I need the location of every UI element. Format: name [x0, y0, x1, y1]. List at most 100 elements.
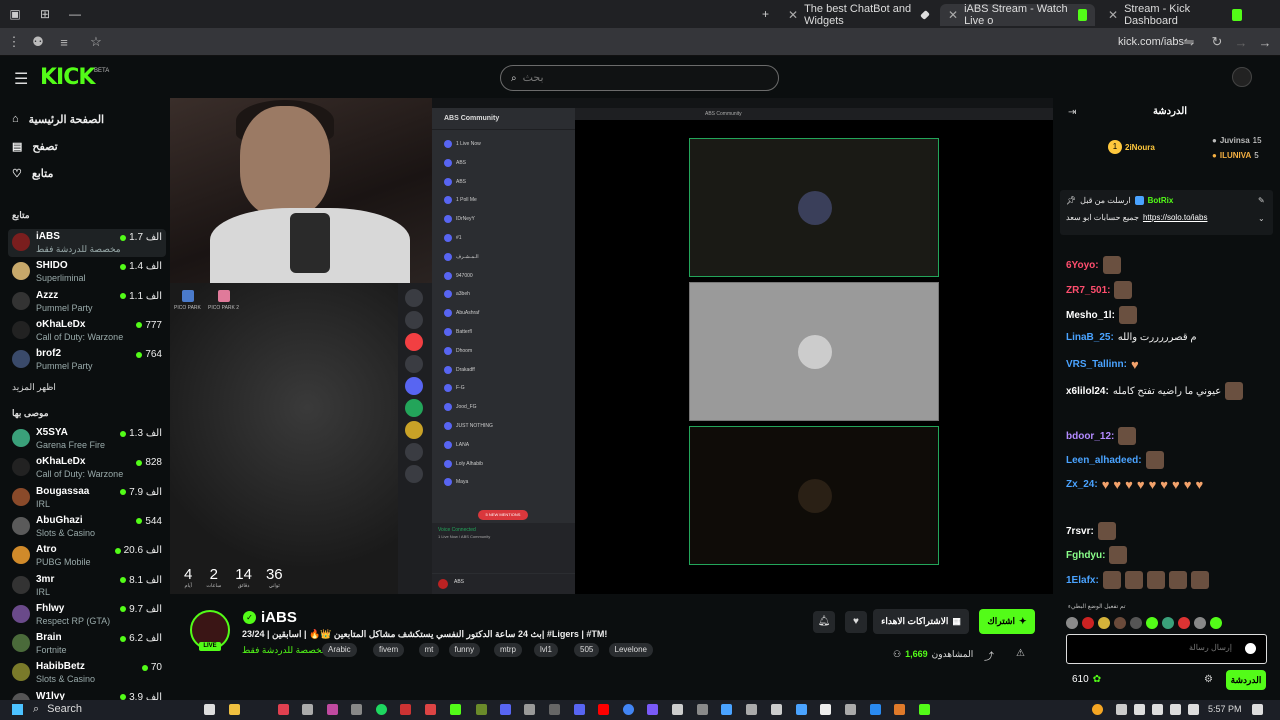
sidebar-channel-brof2[interactable]: brof2 Pummel Party 764 [8, 346, 166, 374]
chat-message-input[interactable] [1122, 643, 1232, 652]
emote-icon[interactable] [1146, 617, 1158, 629]
app-icon[interactable] [697, 704, 708, 715]
sidebar-channel-azzz[interactable]: Azzz Pummel Party 1.1 الف [8, 288, 166, 316]
app-icon[interactable] [919, 704, 930, 715]
app-icon[interactable] [721, 704, 732, 715]
sidebar-channel-x5sya[interactable]: X5SYA Garena Free Fire 1.3 الف [8, 425, 166, 453]
sidebar-channel-atro[interactable]: Atro PUBG Mobile 20.6 الف [8, 542, 166, 570]
youtube-icon[interactable] [598, 704, 609, 715]
nav-home[interactable]: ⌂ الصفحة الرئيسية [12, 110, 104, 128]
nav-browse[interactable]: ▤ تصفح [12, 137, 58, 155]
reload-icon[interactable]: ↻ [1209, 34, 1225, 50]
file-explorer-icon[interactable] [229, 704, 240, 715]
notion-icon[interactable] [820, 704, 831, 715]
sidebar-channel-iabs[interactable]: iABS مخصصة للدردشة فقط 1.7 الف [8, 229, 166, 257]
sidebar-channel-okhaledx[interactable]: oKhaLeDx Call of Duty: Warzone 828 [8, 454, 166, 482]
chrome-icon[interactable] [623, 704, 634, 715]
user-avatar[interactable] [1232, 67, 1252, 87]
new-tab-icon[interactable]: + [762, 7, 769, 21]
emote-icon[interactable] [1082, 617, 1094, 629]
chat-username[interactable]: VRS_Tallinn: [1066, 359, 1127, 370]
channel-name[interactable]: iABS [261, 609, 297, 626]
emote-icon[interactable] [1098, 617, 1110, 629]
hamburger-menu-icon[interactable]: ☰ [14, 69, 28, 89]
tab-search-icon[interactable]: ⊞ [30, 0, 60, 28]
app-icon[interactable] [672, 704, 683, 715]
chat-username[interactable]: bdoor_12: [1066, 431, 1114, 442]
app-icon[interactable] [278, 704, 289, 715]
pinned-link[interactable]: https://solo.to/iabs [1143, 213, 1207, 222]
app-icon[interactable] [845, 704, 856, 715]
chat-username[interactable]: 7rsvr: [1066, 526, 1094, 537]
network-icon[interactable] [1152, 704, 1163, 715]
gifter-2[interactable]: ● Juvinsa 15 [1212, 136, 1262, 145]
close-icon[interactable]: ✕ [788, 8, 798, 22]
stream-tag[interactable]: mt [418, 643, 440, 657]
kick-logo[interactable]: KICK [40, 65, 95, 90]
app-icon[interactable] [549, 704, 560, 715]
stream-tag[interactable]: 505 [574, 643, 600, 657]
stream-tag[interactable]: mtrp [494, 643, 522, 657]
emote-icon[interactable] [1210, 617, 1222, 629]
app-icon[interactable] [351, 704, 362, 715]
chat-username[interactable]: 1Elafx: [1066, 575, 1099, 586]
notification-bell-button[interactable]: 🔔︎ [813, 611, 835, 633]
search-input[interactable] [522, 72, 723, 84]
minimize-icon[interactable]: — [60, 0, 90, 28]
tray-chevron-icon[interactable] [1116, 704, 1127, 715]
stream-tag[interactable]: funny [448, 643, 481, 657]
nav-following[interactable]: ♡ متابع [12, 164, 53, 182]
send-chat-button[interactable]: الدردشة [1226, 670, 1266, 690]
gifter-1[interactable]: 1 2iNoura [1108, 140, 1155, 154]
sidebar-channel-abughazi[interactable]: AbuGhazi Slots & Casino 544 [8, 513, 166, 541]
chat-input-box[interactable] [1066, 634, 1267, 664]
show-more-link[interactable]: اظهر المزيد [12, 382, 56, 393]
emoji-picker-icon[interactable] [1245, 643, 1256, 654]
sidebar-channel-shido[interactable]: SHIDO Superliminal 1.4 الف [8, 258, 166, 286]
gifter-3[interactable]: ● ILUNIVA 5 [1212, 151, 1259, 160]
chat-username[interactable]: 6Yoyo: [1066, 260, 1099, 271]
app-icon[interactable] [574, 704, 585, 715]
app-icon[interactable] [894, 704, 905, 715]
collapse-chat-icon[interactable]: ⇥ [1068, 107, 1076, 118]
emote-icon[interactable] [1130, 617, 1142, 629]
chevron-down-icon[interactable]: ⌄ [1258, 214, 1265, 223]
reader-icon[interactable]: ≡ [56, 34, 72, 50]
app-icon[interactable] [476, 704, 487, 715]
site-settings-icon[interactable]: ⇋ [1181, 34, 1197, 50]
tab-iabs-stream[interactable]: ✕ iABS Stream - Watch Live o [940, 3, 1095, 27]
app-icon[interactable] [302, 704, 313, 715]
app-icon[interactable] [870, 704, 881, 715]
sidebar-channel-okhaledx[interactable]: oKhaLeDx Call of Duty: Warzone 777 [8, 317, 166, 345]
stream-tag[interactable]: fivem [373, 643, 405, 657]
pinned-message[interactable]: 📌︎ ارسلت من قبل BotRix جميع حسابات ابو س… [1060, 190, 1273, 235]
discord-icon[interactable] [500, 704, 511, 715]
app-icon[interactable] [400, 704, 411, 715]
taskbar-search[interactable]: ⌕ Search [33, 703, 82, 716]
chat-username[interactable]: Mesho_1l: [1066, 310, 1115, 321]
url-text[interactable]: kick.com/iabs [1118, 36, 1184, 48]
windows-start-icon[interactable] [12, 704, 23, 715]
stream-tag[interactable]: Arabic [322, 643, 357, 657]
menu-dots-icon[interactable]: ⋮ [6, 34, 22, 50]
app-icon[interactable] [796, 704, 807, 715]
back-icon[interactable]: → [1257, 34, 1273, 50]
tray-app-icon[interactable] [1092, 704, 1103, 715]
battery-icon[interactable] [1188, 704, 1199, 715]
emote-icon[interactable] [1114, 617, 1126, 629]
stream-category[interactable]: مخصصة للدردشة فقط [242, 645, 327, 656]
extension-icon[interactable]: ⚉ [30, 34, 46, 50]
emote-icon[interactable] [1194, 617, 1206, 629]
search-box[interactable]: ⌕ [500, 65, 779, 91]
close-icon[interactable]: ✕ [948, 8, 958, 22]
chat-username[interactable]: LinaB_25: [1066, 332, 1114, 343]
video-player[interactable]: PICO PARK PICO PARK 2 4 أيام 2 ساعات 14 دقا… [170, 98, 1053, 594]
emote-icon[interactable] [1178, 617, 1190, 629]
tab-kick-dashboard[interactable]: ✕ Stream - Kick Dashboard [1100, 3, 1250, 27]
spotify-icon[interactable] [376, 704, 387, 715]
stream-tag[interactable]: lvl1 [534, 643, 559, 657]
sidebar-channel-brain[interactable]: Brain Fortnite 6.2 الف [8, 630, 166, 658]
subscribe-button[interactable]: اشتراك ✦ [979, 609, 1035, 634]
chat-username[interactable]: ZR7_501: [1066, 285, 1110, 296]
follow-heart-button[interactable]: ♥ [845, 611, 867, 633]
